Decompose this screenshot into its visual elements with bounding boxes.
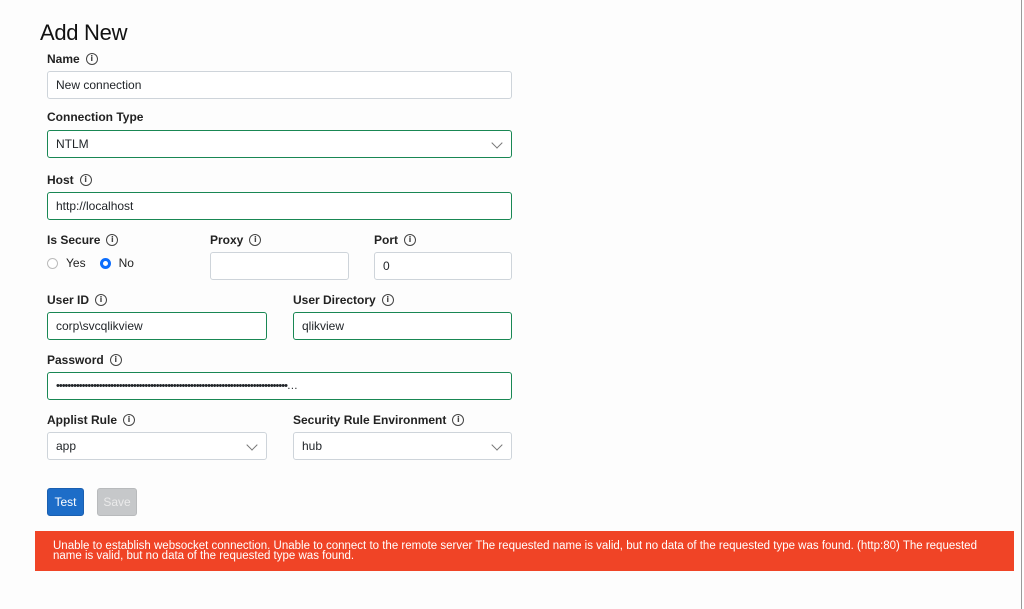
is-secure-no-radio[interactable] [99,257,111,269]
info-icon[interactable]: i [249,234,262,246]
password-input[interactable]: ••••••••••••••••••••••••••••••••••••••••… [47,372,512,400]
chevron-down-icon [491,439,503,451]
name-label: Name i [47,52,98,66]
error-message: Unable to establish websocket connection… [53,540,977,562]
user-id-label: User ID i [47,293,108,307]
host-value: http://localhost [56,199,134,213]
is-secure-radio-group: Yes No [47,256,148,270]
connection-type-label: Connection Type [47,110,143,124]
security-rule-env-value: hub [302,439,323,453]
port-label: Port i [374,233,416,247]
save-button[interactable]: Save [97,488,137,516]
page-title: Add New [40,20,128,45]
chevron-down-icon [246,439,258,451]
user-directory-value: qlikview [302,319,345,333]
security-rule-env-select[interactable]: hub [293,432,512,460]
password-label: Password i [47,353,122,367]
is-secure-yes-radio[interactable] [47,257,58,269]
name-label-text: Name [47,52,80,66]
user-id-value: corp\svcqlikview [56,319,143,333]
port-label-text: Port [374,233,398,247]
password-value: ••••••••••••••••••••••••••••••••••••••••… [56,380,298,392]
applist-rule-label: Applist Rule i [47,413,136,427]
info-icon[interactable]: i [95,294,108,306]
host-label: Host i [47,173,92,187]
info-icon[interactable]: i [381,294,394,306]
port-input[interactable]: 0 [374,252,512,280]
applist-rule-select[interactable]: app [47,432,267,460]
info-icon[interactable]: i [106,234,119,246]
info-icon[interactable]: i [109,354,122,366]
user-directory-label: User Directory i [293,293,394,307]
proxy-input[interactable] [210,252,349,280]
user-id-input[interactable]: corp\svcqlikview [47,312,267,340]
name-input[interactable]: New connection [47,71,512,99]
is-secure-no-label[interactable]: No [119,256,134,270]
security-rule-env-label: Security Rule Environment i [293,413,465,427]
info-icon[interactable]: i [85,53,98,65]
applist-rule-label-text: Applist Rule [47,413,118,427]
window-right-border [1021,0,1022,609]
applist-rule-value: app [56,439,77,453]
connection-type-select[interactable]: NTLM [47,130,512,158]
info-icon[interactable]: i [452,414,465,426]
connection-type-value: NTLM [56,137,89,151]
info-icon[interactable]: i [79,174,92,186]
info-icon[interactable]: i [123,414,136,426]
user-directory-label-text: User Directory [293,293,376,307]
test-button[interactable]: Test [47,488,84,516]
host-label-text: Host [47,173,74,187]
port-value: 0 [383,259,390,273]
password-label-text: Password [47,353,104,367]
proxy-label-text: Proxy [210,233,244,247]
error-banner: Unable to establish websocket connection… [35,531,1014,571]
connection-type-label-text: Connection Type [47,110,144,124]
user-id-label-text: User ID [47,293,90,307]
host-input[interactable]: http://localhost [47,192,512,220]
info-icon[interactable]: i [404,234,416,246]
name-value: New connection [56,78,142,92]
is-secure-label-text: Is Secure [47,233,101,247]
user-directory-input[interactable]: qlikview [293,312,512,340]
is-secure-label: Is Secure i [47,233,119,247]
is-secure-yes-label[interactable]: Yes [66,256,86,270]
security-rule-env-label-text: Security Rule Environment [293,413,447,427]
proxy-label: Proxy i [210,233,262,247]
chevron-down-icon [491,137,503,149]
